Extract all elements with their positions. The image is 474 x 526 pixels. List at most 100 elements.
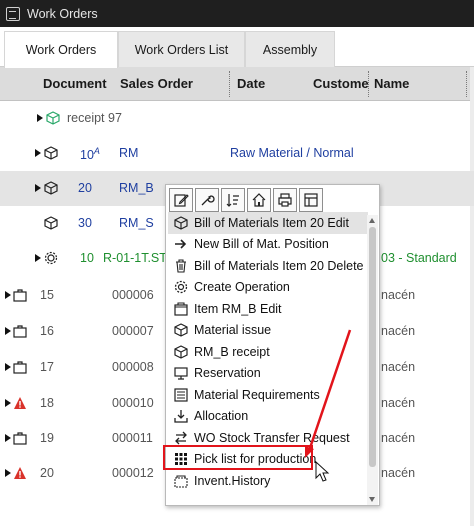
expand-arrow-icon[interactable] bbox=[37, 114, 43, 122]
cube-icon bbox=[44, 146, 58, 160]
document-cell: 30 bbox=[78, 216, 92, 230]
expand-arrow-icon[interactable] bbox=[35, 254, 41, 262]
print-icon[interactable] bbox=[273, 188, 297, 212]
sales-order-cell: 000011 bbox=[112, 431, 153, 445]
expand-arrow-icon[interactable] bbox=[5, 327, 11, 335]
title-bar: Work Orders bbox=[0, 0, 474, 27]
scroll-down-icon[interactable] bbox=[369, 497, 375, 502]
name-cell: nacén bbox=[381, 396, 416, 410]
name-cell: Raw Material / Normal bbox=[230, 146, 354, 160]
expand-arrow-icon[interactable] bbox=[5, 469, 11, 477]
warning-icon bbox=[14, 467, 26, 479]
sales-order-cell: RM_S bbox=[119, 216, 154, 230]
column-separator[interactable] bbox=[368, 71, 369, 97]
name-cell: nacén bbox=[381, 431, 416, 445]
column-separator[interactable] bbox=[229, 71, 230, 97]
trash-icon bbox=[176, 259, 186, 273]
document-cell: 18 bbox=[40, 396, 54, 410]
gear-icon bbox=[174, 281, 188, 294]
history-icon bbox=[174, 475, 188, 488]
menu-item-material-requirements[interactable]: Material Requirements bbox=[168, 384, 368, 406]
sales-order-cell: 000010 bbox=[112, 396, 154, 410]
scroll-thumb[interactable] bbox=[369, 227, 376, 467]
menu-item-label: Item RM_B Edit bbox=[194, 301, 282, 316]
col-document[interactable]: Document bbox=[43, 76, 107, 91]
col-name[interactable]: Name bbox=[374, 76, 409, 91]
column-header-row: Document Sales Order Date Custome Name bbox=[0, 67, 474, 101]
cube-icon bbox=[174, 345, 188, 359]
list-icon bbox=[174, 388, 188, 402]
menu-item-invent-history[interactable]: Invent.History bbox=[168, 470, 368, 492]
name-cell: nacén bbox=[381, 288, 416, 302]
document-cell: receipt 97 bbox=[67, 111, 122, 125]
receipt-cube-icon bbox=[46, 111, 60, 125]
cube-icon bbox=[44, 216, 58, 230]
sales-order-cell: RM_B bbox=[119, 181, 154, 195]
monitor-icon bbox=[174, 367, 188, 380]
menu-item-allocation[interactable]: Allocation bbox=[168, 406, 368, 428]
tab-work-orders[interactable]: Work Orders bbox=[4, 31, 118, 68]
menu-item-label: Reservation bbox=[194, 366, 261, 381]
menu-item-item-edit[interactable]: Item RM_B Edit bbox=[168, 298, 368, 320]
menu-item-label: New Bill of Mat. Position bbox=[194, 237, 329, 252]
menu-item-label: Create Operation bbox=[194, 280, 290, 295]
briefcase-icon bbox=[13, 325, 27, 338]
tab-label: Work Orders List bbox=[134, 42, 229, 57]
document-cell: 15 bbox=[40, 288, 54, 302]
col-customer[interactable]: Custome bbox=[313, 76, 369, 91]
table-row[interactable]: 10A RM Raw Material / Normal bbox=[0, 136, 474, 171]
column-separator[interactable] bbox=[466, 71, 467, 97]
arrow-right-icon bbox=[175, 239, 187, 249]
window-icon bbox=[6, 6, 20, 21]
menu-item-bom-item-delete[interactable]: Bill of Materials Item 20 Delete bbox=[168, 255, 368, 277]
menu-item-wo-stock-transfer[interactable]: WO Stock Transfer Request bbox=[168, 427, 368, 449]
expand-arrow-icon[interactable] bbox=[35, 149, 41, 157]
document-cell: 10 bbox=[80, 251, 94, 265]
briefcase-icon bbox=[13, 361, 27, 374]
cube-icon bbox=[174, 216, 188, 230]
document-cell: 20 bbox=[78, 181, 92, 195]
briefcase-icon bbox=[13, 289, 27, 302]
expand-arrow-icon[interactable] bbox=[5, 363, 11, 371]
name-cell: nacén bbox=[381, 466, 416, 480]
expand-arrow-icon[interactable] bbox=[5, 291, 11, 299]
expand-arrow-icon[interactable] bbox=[5, 399, 11, 407]
scroll-up-icon[interactable] bbox=[369, 218, 375, 223]
menu-item-label: Pick list for production bbox=[194, 452, 317, 467]
home-icon[interactable] bbox=[247, 188, 271, 212]
window-title: Work Orders bbox=[27, 6, 98, 21]
expand-arrow-icon[interactable] bbox=[35, 184, 41, 192]
expand-arrow-icon[interactable] bbox=[5, 434, 11, 442]
tab-assembly[interactable]: Assembly bbox=[245, 31, 335, 67]
menu-item-create-operation[interactable]: Create Operation bbox=[168, 277, 368, 299]
sales-order-cell: 000012 bbox=[112, 466, 154, 480]
briefcase-icon bbox=[13, 432, 27, 445]
menu-item-label: Invent.History bbox=[194, 473, 271, 488]
menu-item-new-bom-position[interactable]: New Bill of Mat. Position bbox=[168, 234, 368, 256]
table-row[interactable]: receipt 97 bbox=[0, 101, 474, 136]
col-sales-order[interactable]: Sales Order bbox=[120, 76, 193, 91]
menu-item-label: Material Requirements bbox=[194, 387, 320, 402]
menu-item-pick-list-for-production[interactable]: Pick list for production bbox=[168, 449, 368, 471]
tab-work-orders-list[interactable]: Work Orders List bbox=[118, 31, 245, 67]
name-cell: 03 - Standard bbox=[381, 251, 457, 265]
context-menu-scrollbar[interactable] bbox=[367, 215, 378, 505]
menu-item-bom-item-edit[interactable]: Bill of Materials Item 20 Edit bbox=[168, 212, 368, 234]
menu-item-material-issue[interactable]: Material issue bbox=[168, 320, 368, 342]
sort-icon[interactable] bbox=[221, 188, 245, 212]
menu-item-receipt[interactable]: RM_B receipt bbox=[168, 341, 368, 363]
document-cell: 17 bbox=[40, 360, 54, 374]
document-cell: 19 bbox=[40, 431, 54, 445]
item-icon bbox=[174, 302, 188, 316]
col-date[interactable]: Date bbox=[237, 76, 265, 91]
layout-icon[interactable] bbox=[299, 188, 323, 212]
cube-icon bbox=[44, 181, 58, 195]
edit-icon[interactable] bbox=[169, 188, 193, 212]
document-cell: 16 bbox=[40, 324, 54, 338]
tab-label: Assembly bbox=[262, 42, 318, 57]
grid-icon bbox=[175, 453, 187, 466]
sales-order-cell: R-01-1T.ST bbox=[103, 251, 167, 265]
wrench-icon[interactable] bbox=[195, 188, 219, 212]
menu-item-reservation[interactable]: Reservation bbox=[168, 363, 368, 385]
sales-order-cell: 000008 bbox=[112, 360, 154, 374]
